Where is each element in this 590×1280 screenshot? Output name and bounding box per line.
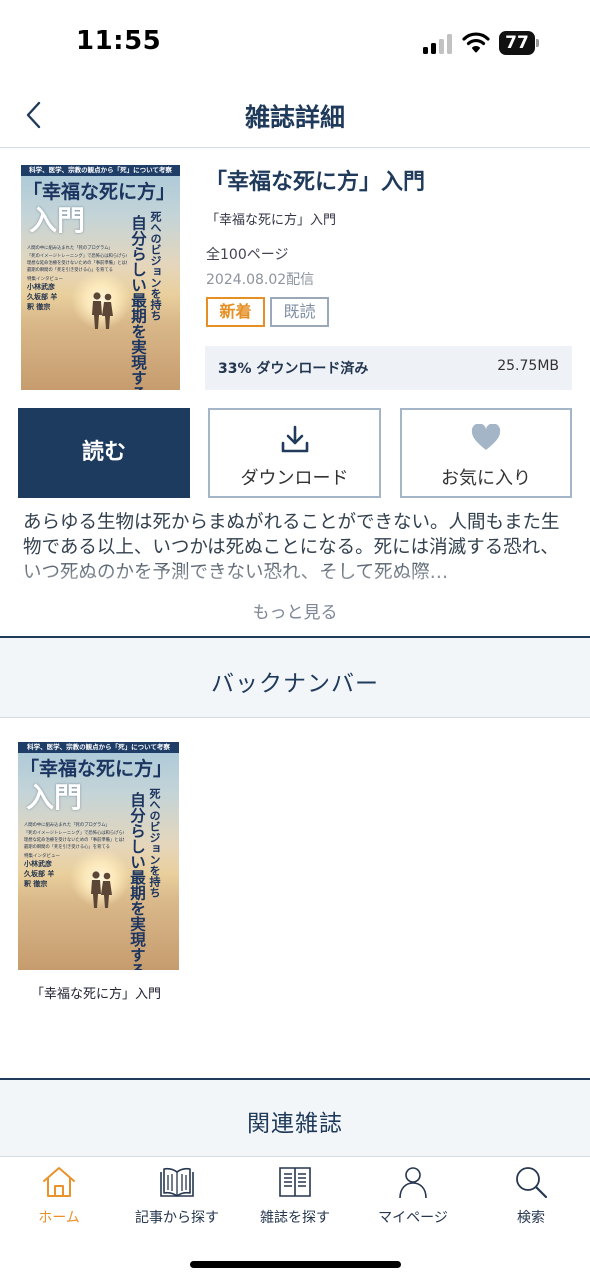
cover-top-strip: 科学、医学、宗教の観点から「死」について考察 [21, 165, 180, 176]
home-indicator[interactable] [190, 1261, 401, 1268]
cover-text-line: 理想な延命治療を受けないための「事前準備」とは何か [24, 838, 124, 843]
download-status: 33% ダウンロード済み [218, 361, 369, 377]
cover-person: 小林武彦 [24, 860, 52, 868]
download-icon [281, 425, 308, 453]
tab-home[interactable]: ホーム [0, 1165, 118, 1235]
tab-mypage-label: マイページ [378, 1210, 448, 1226]
cover-text-line: 「死のイメージトレーニング」で恐怖心は和らげられる [27, 254, 127, 259]
tab-articles[interactable]: 記事から探す [118, 1165, 236, 1235]
cover-couple-silhouette [91, 871, 112, 908]
related-header: 関連雑誌 [0, 1078, 590, 1156]
download-button[interactable]: ダウンロード [208, 408, 381, 498]
cover-person: 釈 徹宗 [27, 303, 51, 311]
download-size: 25.75MB [497, 358, 559, 374]
download-progress-box: 33% ダウンロード済み 25.75MB [205, 346, 572, 390]
cover-person: 久坂部 羊 [24, 870, 55, 878]
cover-person: 久坂部 羊 [27, 293, 58, 301]
search-icon [516, 1167, 548, 1199]
show-more-link[interactable]: もっと見る [0, 598, 590, 623]
cover-sub-1: 死へのビジョンを持ち [149, 211, 162, 321]
battery-level: 77 [499, 31, 535, 55]
tab-articles-label: 記事から探す [135, 1210, 219, 1226]
status-bar: 11:55 77 [0, 0, 590, 88]
magazine-cover[interactable]: 科学、医学、宗教の観点から「死」について考察 「幸福な死に方」 入門 死へのビジ… [21, 165, 180, 390]
cover-person: 釈 徹宗 [24, 880, 48, 888]
page-count: 全100ページ [206, 247, 289, 263]
cover-text-line: 「死のイメージトレーニング」で恐怖心は和らげられる [24, 831, 124, 836]
download-label: ダウンロード [240, 468, 349, 489]
read-badge: 既読 [270, 297, 329, 327]
cover-person: 小林武彦 [27, 283, 55, 291]
cover-top-strip: 科学、医学、宗教の観点から「死」について考察 [18, 742, 179, 753]
back-numbers-header: バックナンバー [0, 636, 590, 718]
tab-mypage[interactable]: マイページ [354, 1165, 472, 1235]
magazine-name[interactable]: 「幸福な死に方」入門 [206, 209, 336, 228]
wifi-icon [462, 32, 490, 53]
description-text: あらゆる生物は死からまぬがれることができない。人間もまた生物である以上、いつかは… [23, 510, 568, 585]
magazine-title: 「幸福な死に方」入門 [205, 170, 426, 195]
page-title: 雑誌詳細 [244, 103, 345, 132]
heart-icon [471, 424, 501, 450]
cover-couple-silhouette [92, 292, 113, 329]
book-open-icon [160, 1167, 194, 1197]
cover-text-line: 人間の中に組み込まれた「死のプログラム」 [27, 246, 113, 251]
cover-text-line: 理想な延命治療を受けないための「事前準備」とは何か [27, 261, 127, 266]
back-numbers-title: バックナンバー [211, 671, 379, 697]
tab-magazines-label: 雑誌を探す [260, 1210, 330, 1226]
status-time: 11:55 [76, 26, 162, 56]
home-icon [43, 1167, 75, 1197]
publish-date: 2024.08.02配信 [206, 272, 315, 288]
cover-text-line: 人間の中に組み込まれた「死のプログラム」 [24, 823, 110, 828]
tab-search[interactable]: 検索 [472, 1165, 590, 1235]
person-icon [399, 1167, 427, 1199]
back-number-cover[interactable]: 科学、医学、宗教の観点から「死」について考察 「幸福な死に方」 入門 死へのビジ… [18, 742, 179, 970]
tab-home-label: ホーム [38, 1210, 80, 1226]
signal-icon [423, 34, 453, 54]
cover-sub-1: 死へのビジョンを持ち [148, 788, 161, 898]
tab-magazines[interactable]: 雑誌を探す [236, 1165, 354, 1235]
back-number-caption[interactable]: 「幸福な死に方」入門 [31, 983, 161, 1002]
read-button[interactable]: 読む [18, 408, 190, 498]
cover-title-2: 入門 [26, 781, 83, 814]
favorite-label: お気に入り [441, 468, 531, 489]
battery-icon: 77 [499, 31, 539, 55]
magazine-icon [279, 1167, 311, 1197]
new-badge: 新着 [206, 297, 265, 327]
related-title: 関連雑誌 [247, 1111, 343, 1137]
nav-header: 雑誌詳細 [0, 88, 590, 148]
tab-search-label: 検索 [517, 1210, 545, 1226]
favorite-button[interactable]: お気に入り [400, 408, 572, 498]
cover-title-2: 入門 [29, 204, 86, 237]
